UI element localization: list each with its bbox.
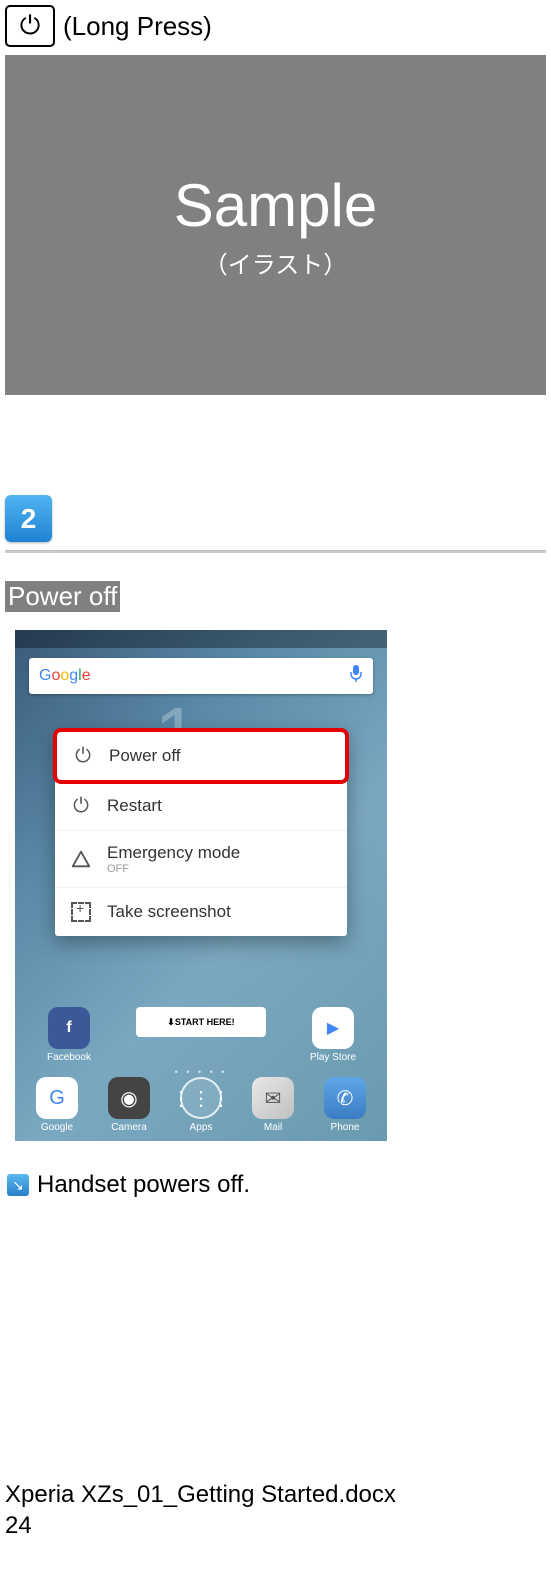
facebook-app[interactable]: f Facebook: [35, 1007, 103, 1063]
home-row-upper: f Facebook ⬇ START HERE! ▶ Play Store: [15, 1007, 387, 1063]
step-two-section: 2: [5, 495, 546, 553]
facebook-icon: f: [48, 1007, 90, 1049]
note-text: Handset powers off.: [37, 1171, 250, 1199]
result-note: ↘ Handset powers off.: [7, 1171, 546, 1199]
mic-icon[interactable]: [349, 665, 363, 688]
sample-subtitle: （イラスト）: [204, 245, 348, 280]
dock-google[interactable]: G Google: [36, 1077, 78, 1133]
menu-screenshot-label: Take screenshot: [107, 902, 231, 922]
camera-icon: ◉: [108, 1077, 150, 1119]
playstore-app[interactable]: ▶ Play Store: [299, 1007, 367, 1063]
google-icon: G: [36, 1077, 78, 1119]
dock-phone[interactable]: ✆ Phone: [324, 1077, 366, 1133]
top-instruction: ⏻ (Long Press): [5, 5, 546, 47]
google-logo: Google: [39, 667, 91, 685]
google-search-bar[interactable]: Google: [29, 658, 373, 694]
menu-screenshot[interactable]: Take screenshot: [55, 888, 347, 936]
phone-screenshot: Google 1 · ⏻ Power off ⏻ Restart Emergen…: [15, 630, 387, 1141]
footer: Xperia XZs_01_Getting Started.docx 24: [5, 1479, 546, 1541]
dock-apps-label: Apps: [190, 1122, 213, 1133]
power-menu: ⏻ Power off ⏻ Restart Emergency mode OFF…: [55, 730, 347, 936]
sample-title: Sample: [174, 171, 377, 240]
dock-camera[interactable]: ◉ Camera: [108, 1077, 150, 1133]
menu-restart-label: Restart: [107, 796, 162, 816]
menu-emergency-status: OFF: [107, 863, 240, 875]
start-here-banner[interactable]: ⬇ START HERE!: [131, 1007, 271, 1063]
power-icon: ⏻: [71, 744, 95, 768]
menu-power-off-label: Power off: [109, 746, 181, 766]
dock-mail[interactable]: ✉ Mail: [252, 1077, 294, 1133]
footer-page: 24: [5, 1510, 546, 1541]
emergency-icon: [69, 847, 93, 871]
dock-phone-label: Phone: [331, 1122, 360, 1133]
page-indicator-dots: • • • • •: [15, 1067, 387, 1077]
sample-illustration-placeholder: Sample （イラスト）: [5, 55, 546, 395]
dock-row: G Google ◉ Camera ⋮⋮⋮ Apps ✉ Mail ✆ Phon…: [15, 1077, 387, 1133]
footer-filename: Xperia XZs_01_Getting Started.docx: [5, 1479, 546, 1510]
screenshot-icon: [69, 900, 93, 924]
menu-restart[interactable]: ⏻ Restart: [55, 782, 347, 831]
playstore-icon: ▶: [312, 1007, 354, 1049]
power-button-icon: ⏻: [5, 5, 55, 47]
phone-icon: ✆: [324, 1077, 366, 1119]
playstore-label: Play Store: [310, 1052, 356, 1063]
step-two-badge: 2: [5, 495, 52, 542]
menu-emergency-label: Emergency mode: [107, 843, 240, 863]
apps-icon: ⋮⋮⋮: [180, 1077, 222, 1119]
dock-mail-label: Mail: [264, 1122, 282, 1133]
dock-camera-label: Camera: [111, 1122, 147, 1133]
mail-icon: ✉: [252, 1077, 294, 1119]
menu-power-off[interactable]: ⏻ Power off: [53, 728, 349, 784]
power-off-heading: Power off: [5, 581, 120, 612]
dock-google-label: Google: [41, 1122, 73, 1133]
section-divider: [5, 550, 546, 553]
status-bar: [15, 630, 387, 648]
menu-emergency-label-wrap: Emergency mode OFF: [107, 843, 240, 875]
menu-emergency[interactable]: Emergency mode OFF: [55, 831, 347, 888]
facebook-label: Facebook: [47, 1052, 91, 1063]
restart-icon: ⏻: [69, 794, 93, 818]
start-here-label: ⬇ START HERE!: [136, 1007, 266, 1037]
dock-apps[interactable]: ⋮⋮⋮ Apps: [180, 1077, 222, 1133]
note-icon: ↘: [7, 1174, 29, 1196]
long-press-label: (Long Press): [63, 11, 212, 42]
